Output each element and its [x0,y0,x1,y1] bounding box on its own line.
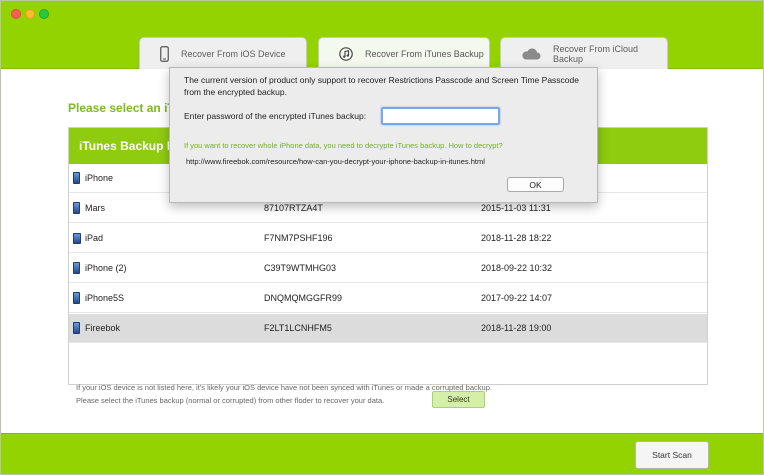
tab-label: Recover From iCloud Backup [553,43,639,64]
backup-date: 2018-09-22 10:32 [481,263,553,273]
iphone-icon [73,172,80,184]
backup-date: 2015-11-03 11:31 [481,203,551,213]
table-row[interactable]: iPad F7NM7PSHF196 2018-11-28 18:22 [69,224,707,253]
password-label: Enter password of the encrypted iTunes b… [184,111,367,121]
help-notes: If your iOS device is not listed here, i… [76,381,492,407]
backup-date: 2017-09-22 14:07 [481,293,553,303]
tab-recover-from-ios-device[interactable]: Recover From iOS Device [139,37,307,69]
bottom-bar: Start Scan [1,433,763,474]
tab-recover-from-itunes-backup[interactable]: Recover From iTunes Backup [318,37,490,69]
password-dialog: The current version of product only supp… [169,67,598,203]
tab-recover-from-icloud-backup[interactable]: Recover From iCloud Backup [500,37,668,69]
table-row[interactable]: iPhone5S DNQMQMGGFR99 2017-09-22 14:07 [69,284,707,313]
cloud-icon [521,47,541,60]
backup-name: Mars [85,203,105,213]
backup-date: 2018-11-28 18:22 [481,233,552,243]
ipad-icon [73,233,81,244]
table-row[interactable]: iPhone (2) C39T9WTMHG03 2018-09-22 10:32 [69,254,707,283]
note-line: If your iOS device is not listed here, i… [76,383,492,392]
titlebar: Recover From iOS Device Recover From iTu… [1,1,763,69]
dialog-message: The current version of product only supp… [184,75,579,97]
backup-name: iPhone [85,173,114,183]
ok-button[interactable]: OK [507,177,564,192]
password-input[interactable] [381,107,500,125]
note-line: Please select the iTunes backup (normal … [76,396,385,405]
backup-serial: C39T9WTMHG03 [264,263,337,273]
backup-date: 2018-11-28 19:00 [481,323,552,333]
window-maximize-button[interactable] [39,9,49,19]
backup-name: iPhone5S [85,293,125,303]
decrypt-hint-link[interactable]: If you want to recover whole iPhone data… [184,141,503,150]
table-row-selected[interactable]: Fireebok F2LT1LCNHFM5 2018-11-28 19:00 [69,314,707,343]
backup-serial: DNQMQMGGFR99 [264,293,343,303]
backup-serial: F2LT1LCNHFM5 [264,323,332,333]
window-minimize-button[interactable] [25,9,35,19]
iphone-icon [73,262,80,274]
backup-name: iPad [85,233,104,243]
iphone-icon [73,202,80,214]
backup-serial: F7NM7PSHF196 [264,233,333,243]
iphone-icon [73,292,80,304]
start-scan-button[interactable]: Start Scan [635,441,709,469]
app-window: Recover From iOS Device Recover From iTu… [0,0,764,475]
decrypt-url: http://www.fireebok.com/resource/how-can… [186,157,485,166]
tab-label: Recover From iTunes Backup [365,48,484,59]
window-close-button[interactable] [11,9,21,19]
backup-name: iPhone (2) [85,263,127,273]
backup-name: Fireebok [85,323,121,333]
backup-serial: 87107RTZA4T [264,203,323,213]
tab-label: Recover From iOS Device [181,48,286,59]
phone-icon [160,45,169,62]
iphone-icon [73,322,80,334]
music-note-icon [339,46,353,61]
select-folder-button[interactable]: Select [432,391,485,408]
